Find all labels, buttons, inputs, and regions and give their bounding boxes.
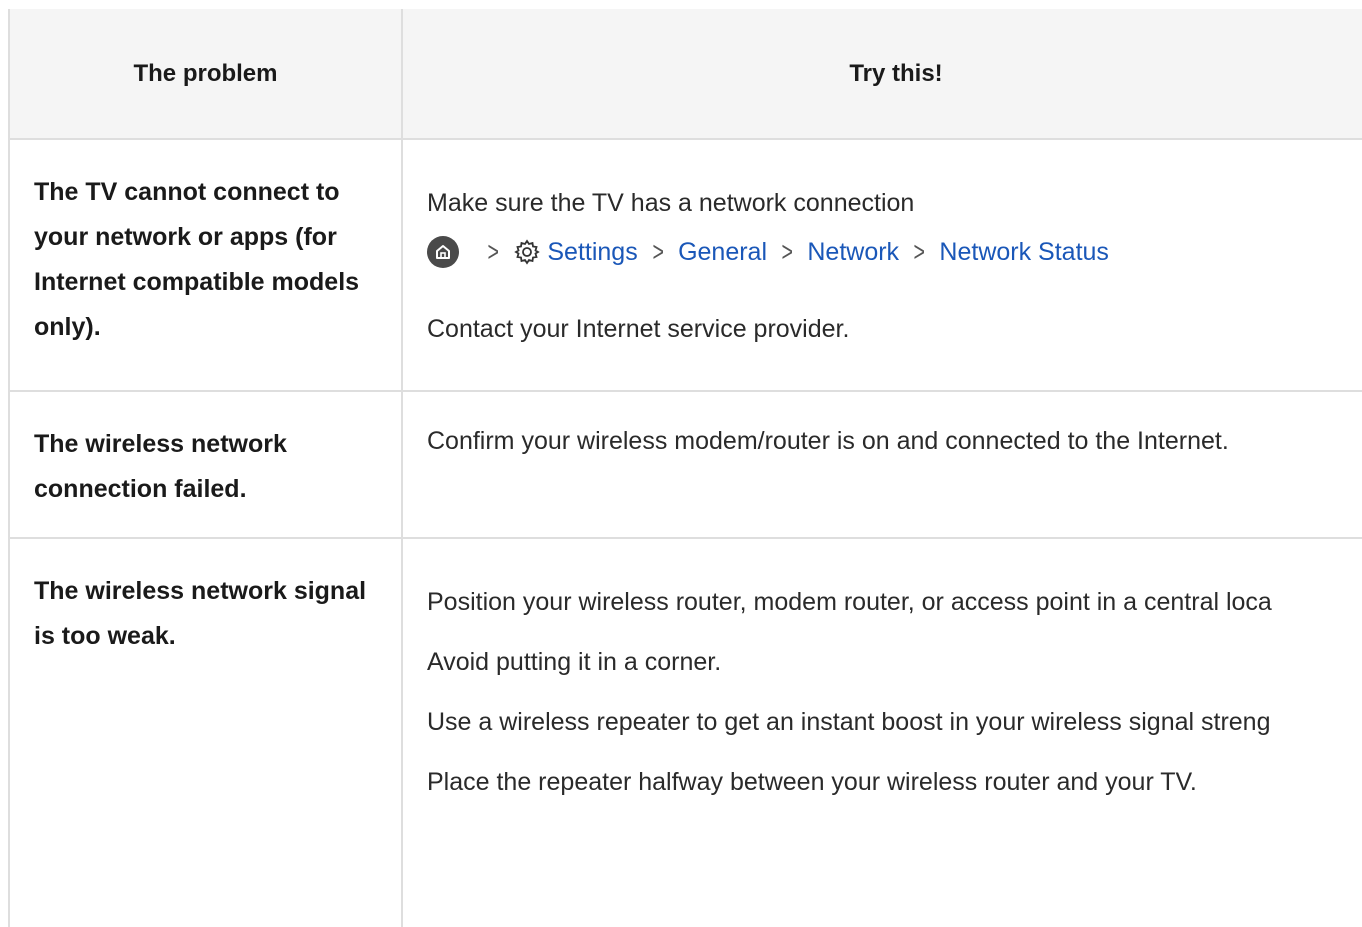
gear-icon [513, 238, 541, 266]
solution-cell: Confirm your wireless modem/router is on… [401, 391, 1362, 539]
table-row: The TV cannot connect to your network or… [8, 139, 1362, 392]
solution-cell: Make sure the TV has a network connectio… [401, 139, 1362, 392]
solution-text: Position your wireless router, modem rou… [427, 588, 1272, 616]
table-row: The wireless network connection failed. … [8, 391, 1362, 539]
solution-cell: Position your wireless router, modem rou… [401, 538, 1362, 927]
solution-text: Avoid putting it in a corner. [427, 648, 722, 676]
chevron-right-icon: > [781, 236, 793, 267]
home-icon [427, 236, 459, 268]
chevron-right-icon: > [913, 236, 925, 267]
menu-path: > Settings > General > Network > Network… [427, 232, 1362, 272]
menu-path-network: Network [807, 237, 900, 266]
table-header-row: The problem Try this! [8, 9, 1362, 140]
chevron-right-icon: > [652, 236, 664, 267]
solution-text: Confirm your wireless modem/router is on… [427, 427, 1229, 455]
column-header-problem: The problem [8, 9, 402, 140]
menu-path-network-status: Network Status [939, 237, 1109, 266]
solution-text: Make sure the TV has a network connectio… [427, 189, 915, 217]
problem-cell: The wireless network connection failed. [8, 391, 402, 539]
page: The problem Try this! The TV cannot conn… [0, 0, 1362, 927]
troubleshooting-table: The problem Try this! The TV cannot conn… [8, 9, 1362, 927]
solution-text: Place the repeater halfway between your … [427, 768, 1197, 796]
solution-text: Contact your Internet service provider. [427, 315, 850, 343]
menu-path-settings: Settings [547, 237, 638, 266]
problem-cell: The TV cannot connect to your network or… [8, 139, 402, 392]
chevron-right-icon: > [487, 236, 499, 267]
table-row: The wireless network signal is too weak.… [8, 538, 1362, 927]
problem-cell: The wireless network signal is too weak. [8, 538, 402, 927]
column-header-solution: Try this! [401, 9, 1362, 140]
solution-text: Use a wireless repeater to get an instan… [427, 708, 1271, 736]
menu-path-general: General [678, 237, 768, 266]
